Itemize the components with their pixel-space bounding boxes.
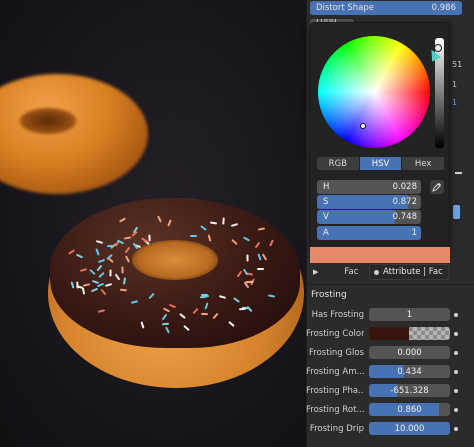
socket-dot-icon — [454, 408, 458, 412]
attribute-fac-value: Attribute | Fac — [383, 267, 443, 277]
value-label: V — [323, 212, 329, 222]
socket-dot-icon — [454, 351, 458, 355]
eyedropper-icon — [432, 182, 442, 192]
socket-dot-icon — [454, 389, 458, 393]
socket-dot-icon — [454, 332, 458, 336]
frosting-amount-value: 0.434 — [397, 366, 422, 377]
socket-dot-icon — [454, 313, 458, 317]
right-edge-value-1: 51 — [452, 60, 463, 69]
right-edge-blue-field[interactable] — [453, 205, 460, 219]
hue-label: H — [323, 182, 330, 192]
saturation-label: S — [323, 197, 329, 207]
right-edge-mark — [455, 172, 462, 174]
frosting-gloss-label: Frosting Glos — [309, 348, 364, 358]
value-field[interactable]: V 0.748 — [317, 210, 421, 224]
tab-rgb[interactable]: RGB — [317, 157, 360, 170]
sprinkle — [147, 234, 151, 242]
color-mode-tabs: RGB HSV Hex — [317, 157, 445, 170]
alpha-value: 1 — [411, 228, 417, 238]
hue-field[interactable]: H 0.028 — [317, 180, 421, 194]
saturation-value: 0.872 — [392, 197, 417, 207]
hsv-color-wheel[interactable] — [318, 36, 430, 148]
frosting-color-field[interactable] — [369, 327, 450, 340]
hue-value: 0.028 — [392, 182, 417, 192]
frosting-drip-field[interactable]: 10.000 — [369, 422, 450, 435]
fac-label: Fac — [344, 267, 359, 277]
color-wheel-cursor[interactable] — [360, 123, 366, 129]
frosting-color-swatch — [369, 327, 409, 340]
attribute-fac-field[interactable]: Attribute | Fac — [369, 264, 449, 280]
3d-viewport[interactable] — [0, 0, 306, 447]
socket-dot-icon — [454, 427, 458, 431]
tab-hex[interactable]: Hex — [402, 157, 445, 170]
socket-dot-icon — [454, 370, 458, 374]
expand-arrow-icon[interactable]: ▶ — [313, 268, 318, 276]
frosting-phase-label: Frosting Pha... — [306, 386, 364, 396]
frosting-gloss-value: 0.000 — [397, 347, 422, 358]
distort-shape-label: Distort Shape — [316, 3, 375, 13]
background-donut — [0, 74, 148, 194]
frosting-gloss-field[interactable]: 0.000 — [369, 346, 450, 359]
frosting-amount-label: Frosting Am... — [306, 367, 364, 377]
frosting-phase-field[interactable]: -651.328 — [369, 384, 450, 397]
has-frosting-label: Has Frosting — [311, 310, 364, 320]
tab-hsv[interactable]: HSV — [359, 157, 403, 170]
value-value: 0.748 — [392, 212, 417, 222]
alpha-label: A — [323, 228, 329, 238]
alpha-field[interactable]: A 1 — [317, 226, 421, 240]
socket-dot-icon — [374, 269, 379, 275]
sprinkle — [201, 293, 209, 296]
background-donut-hole — [20, 108, 76, 134]
frosting-rotation-field[interactable]: 0.860 — [369, 403, 450, 416]
right-edge-value-3: 1 — [452, 98, 458, 107]
sprinkle — [162, 322, 170, 325]
sprinkle — [200, 312, 209, 315]
sprinkle — [121, 266, 124, 274]
frosting-rotation-value: 0.860 — [397, 404, 422, 415]
distort-shape-field[interactable]: Distort Shape 0.986 — [310, 1, 462, 15]
distort-shape-value: 0.986 — [431, 3, 456, 13]
sprinkle — [190, 234, 198, 237]
frosting-drip-label: Frosting Drip — [309, 424, 364, 434]
frosting-phase-value: -651.328 — [390, 385, 429, 396]
alpha-checker — [409, 327, 450, 340]
frosting-rotation-label: Frosting Rot... — [306, 405, 364, 415]
saturation-field[interactable]: S 0.872 — [317, 195, 421, 209]
eyedropper-button[interactable] — [430, 180, 444, 194]
sprinkle — [221, 217, 225, 225]
frosting-drip-value: 10.000 — [394, 423, 425, 434]
sprinkle — [120, 288, 128, 292]
frosting-color-label: Frosting Color — [306, 329, 364, 339]
right-edge-value-2: 1 — [452, 80, 458, 89]
donut-hole — [132, 240, 218, 280]
sprinkle — [256, 268, 264, 271]
has-frosting-value: 1 — [406, 309, 413, 320]
divider — [306, 284, 474, 285]
frosting-section-title: Frosting — [311, 290, 347, 300]
has-frosting-field[interactable]: 1 — [369, 308, 450, 321]
frosting-amount-field[interactable]: 0.434 — [369, 365, 450, 378]
color-swatch[interactable] — [310, 247, 450, 263]
